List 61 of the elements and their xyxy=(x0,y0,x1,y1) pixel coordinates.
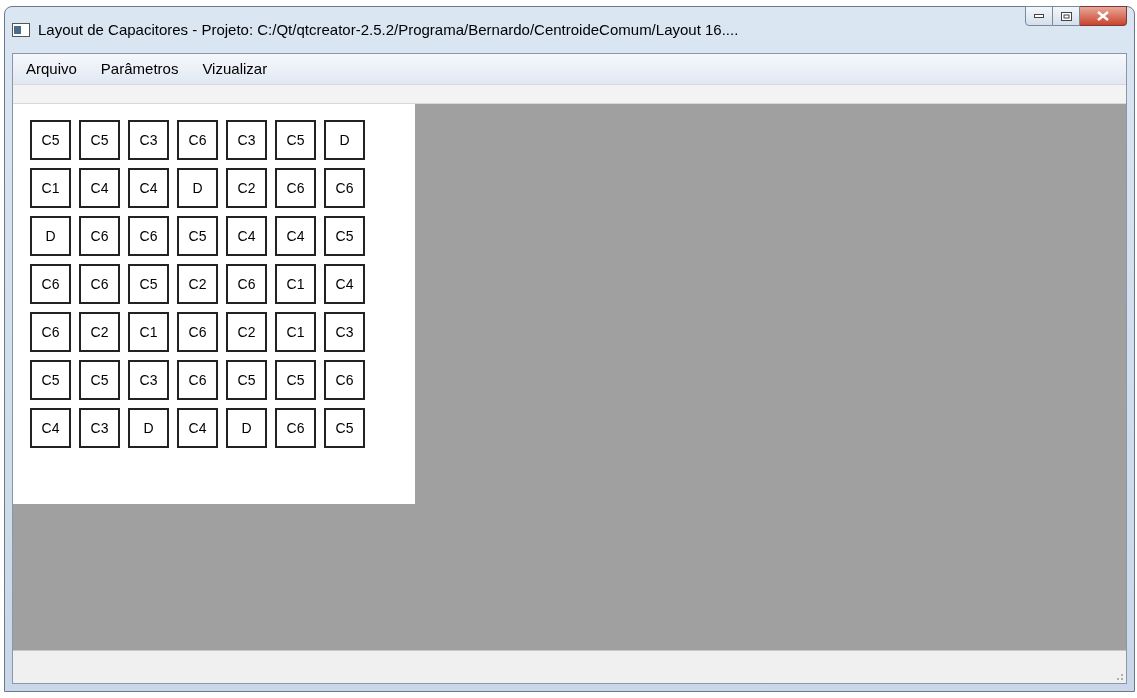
capacitor-cell: D xyxy=(324,120,365,160)
capacitor-cell: C5 xyxy=(177,216,218,256)
menu-item[interactable]: Vizualizar xyxy=(202,57,268,81)
capacitor-cell: C4 xyxy=(30,408,71,448)
capacitor-cell: C6 xyxy=(324,360,365,400)
capacitor-cell: C6 xyxy=(324,168,365,208)
capacitor-cell: C4 xyxy=(177,408,218,448)
close-button[interactable] xyxy=(1080,6,1127,26)
close-icon xyxy=(1097,11,1109,21)
capacitor-cell: C4 xyxy=(324,264,365,304)
capacitor-cell: C6 xyxy=(177,120,218,160)
capacitor-cell: C6 xyxy=(177,360,218,400)
capacitor-cell: D xyxy=(128,408,169,448)
capacitor-cell: C3 xyxy=(79,408,120,448)
resize-grip-icon xyxy=(1114,671,1124,681)
capacitor-cell: C5 xyxy=(226,360,267,400)
minimize-icon xyxy=(1034,14,1044,18)
capacitor-cell: C5 xyxy=(30,360,71,400)
capacitor-cell: C1 xyxy=(275,312,316,352)
capacitor-cell: C6 xyxy=(177,312,218,352)
capacitor-cell: C5 xyxy=(324,216,365,256)
capacitor-cell: C4 xyxy=(79,168,120,208)
capacitor-cell: C6 xyxy=(275,168,316,208)
capacitor-cell: C5 xyxy=(30,120,71,160)
capacitor-cell: C5 xyxy=(128,264,169,304)
capacitor-cell: C2 xyxy=(226,168,267,208)
capacitor-cell: C1 xyxy=(30,168,71,208)
app-icon xyxy=(12,23,30,37)
capacitor-cell: C4 xyxy=(128,168,169,208)
capacitor-cell: C6 xyxy=(79,216,120,256)
capacitor-cell: C2 xyxy=(177,264,218,304)
capacitor-cell: C3 xyxy=(128,360,169,400)
maximize-icon xyxy=(1060,11,1072,21)
capacitor-cell: C6 xyxy=(30,264,71,304)
capacitor-cell: C5 xyxy=(324,408,365,448)
capacitor-cell: C1 xyxy=(128,312,169,352)
capacitor-cell: C5 xyxy=(275,360,316,400)
capacitor-cell: C6 xyxy=(30,312,71,352)
capacitor-cell: C4 xyxy=(226,216,267,256)
capacitor-cell: C3 xyxy=(128,120,169,160)
maximize-button[interactable] xyxy=(1053,6,1080,26)
capacitor-cell: C3 xyxy=(226,120,267,160)
minimize-button[interactable] xyxy=(1025,6,1053,26)
capacitor-cell: D xyxy=(30,216,71,256)
capacitor-cell: C2 xyxy=(79,312,120,352)
capacitor-cell: C4 xyxy=(275,216,316,256)
capacitor-cell: C6 xyxy=(226,264,267,304)
capacitor-cell: C6 xyxy=(79,264,120,304)
capacitor-cell: C3 xyxy=(324,312,365,352)
capacitor-cell: D xyxy=(177,168,218,208)
menu-item[interactable]: Parâmetros xyxy=(100,57,179,81)
capacitor-cell: C6 xyxy=(128,216,169,256)
capacitor-cell: C5 xyxy=(79,120,120,160)
menu-item[interactable]: Arquivo xyxy=(26,57,77,81)
capacitor-cell: C6 xyxy=(275,408,316,448)
window-title: Layout de Capacitores - Projeto: C:/Qt/qtcreator-2.5.2/Programa/Bernardo/CentroideComum/Layout 16.... xyxy=(38,19,739,40)
capacitor-cell: C5 xyxy=(79,360,120,400)
capacitor-cell: C5 xyxy=(275,120,316,160)
capacitor-cell: C2 xyxy=(226,312,267,352)
capacitor-cell: C1 xyxy=(275,264,316,304)
capacitor-cell: D xyxy=(226,408,267,448)
